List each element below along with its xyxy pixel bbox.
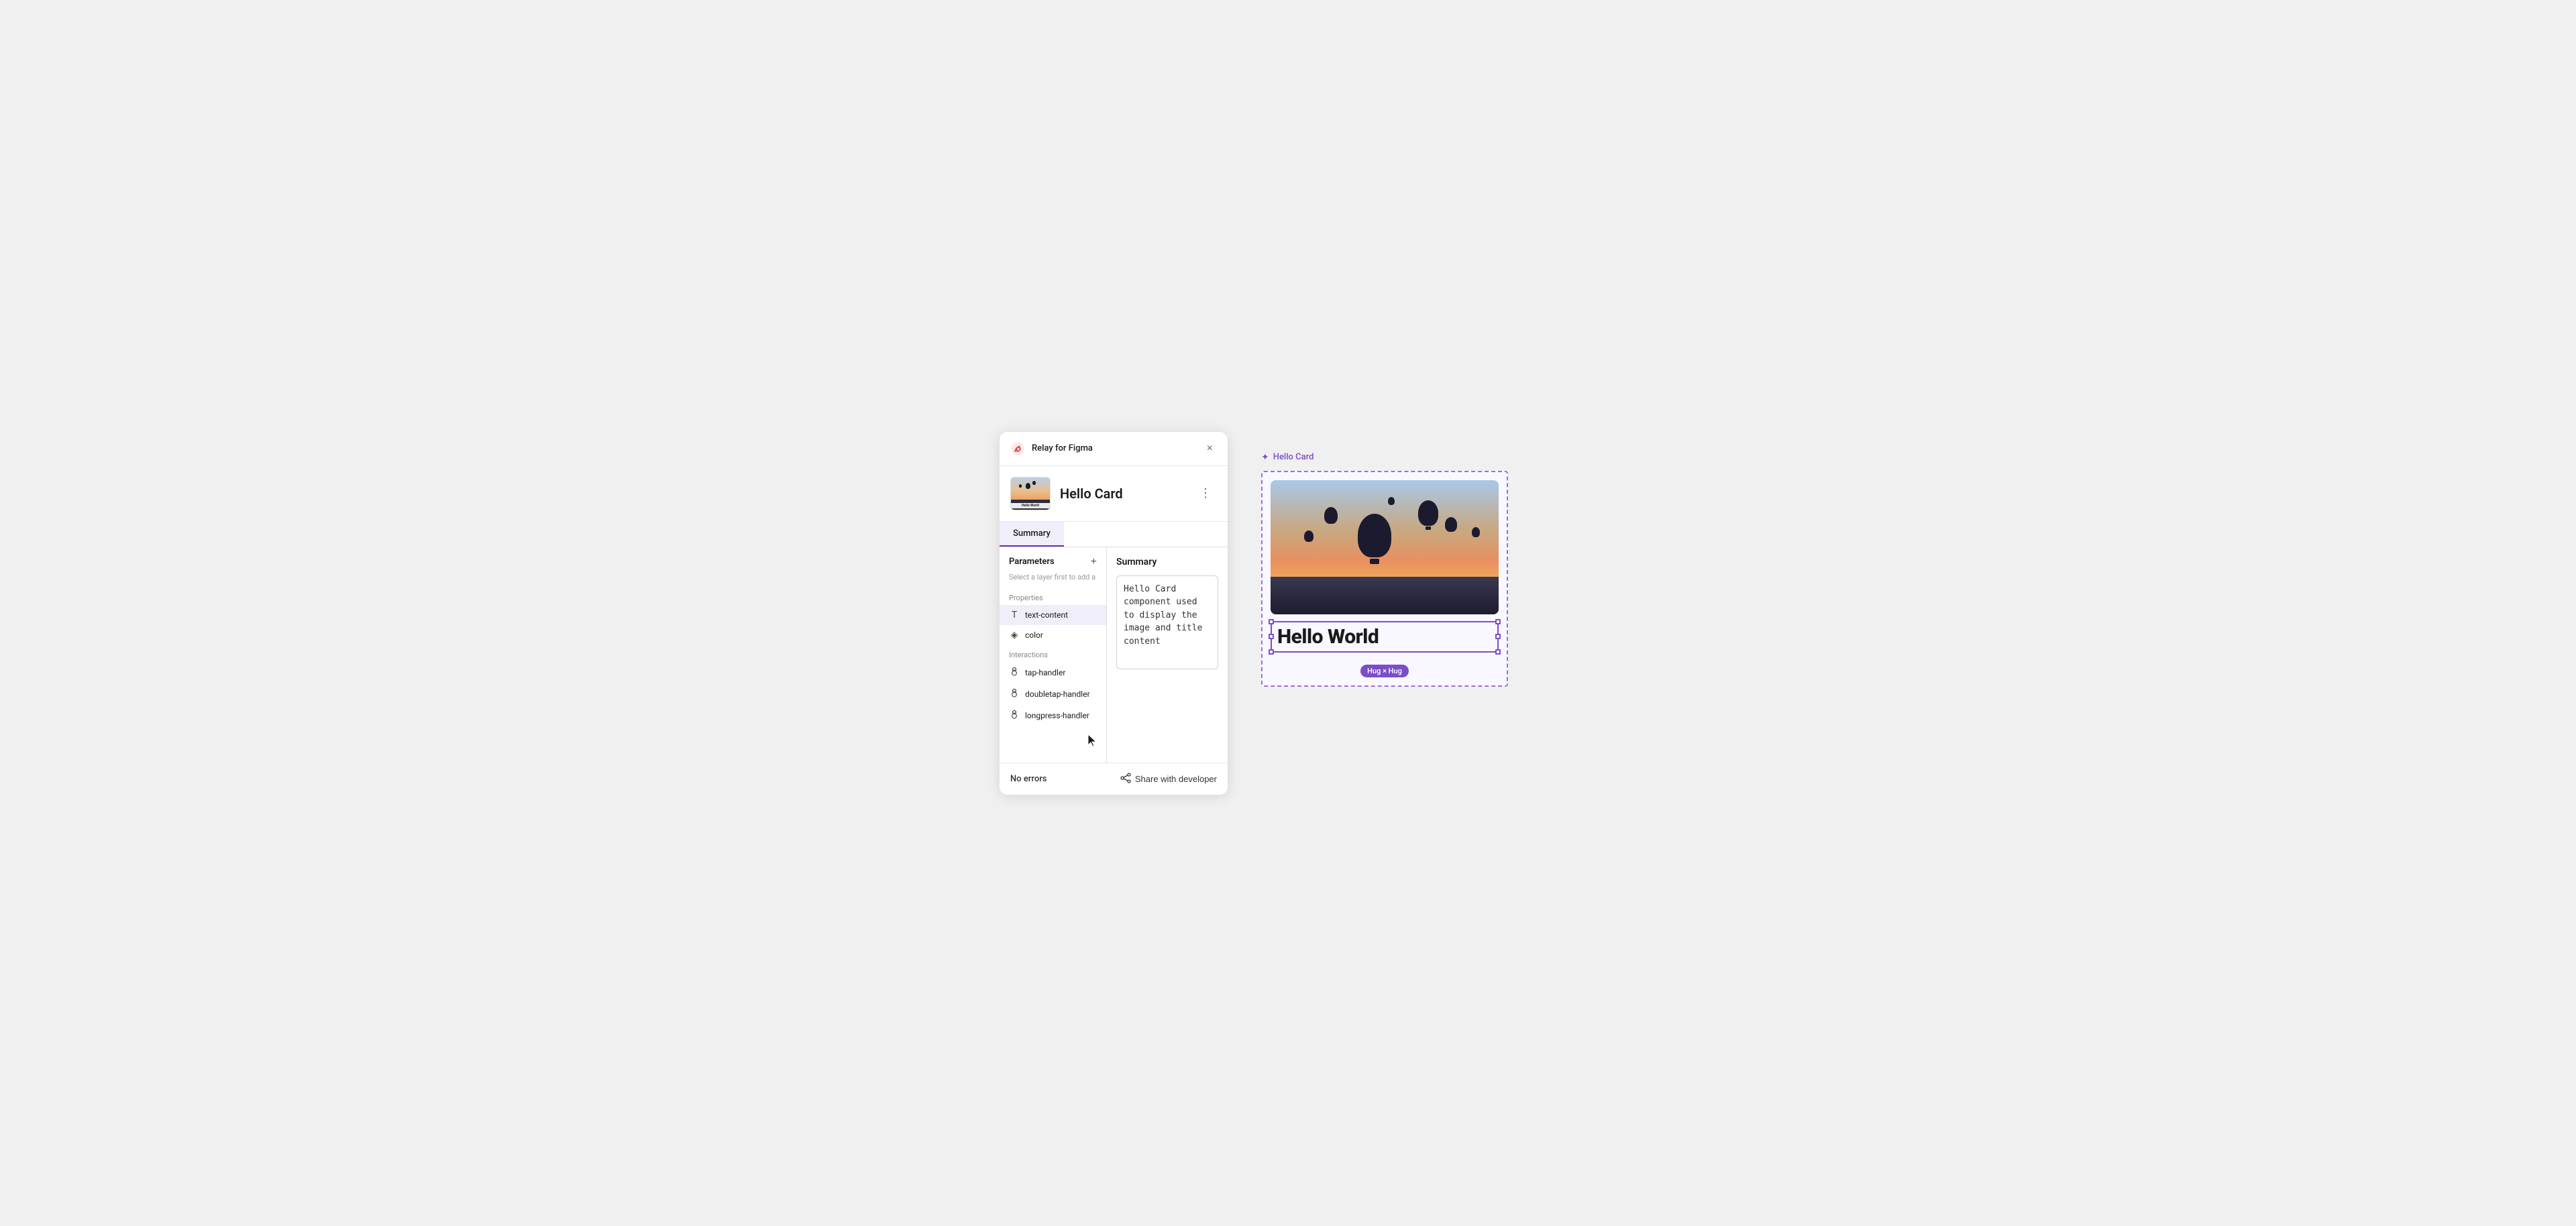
close-button[interactable]: ×	[1203, 441, 1217, 456]
sidebar-hint: Select a layer first to add a	[1000, 573, 1106, 588]
handle-mr	[1495, 634, 1501, 639]
thumb-balloon-1	[1026, 483, 1030, 489]
no-errors-label: No errors	[1010, 774, 1046, 784]
handle-ml	[1269, 634, 1274, 639]
properties-group-label: Properties	[1000, 588, 1106, 605]
sidebar-item-doubletap-handler[interactable]: doubletap-handler	[1000, 683, 1106, 705]
color-icon: ◈	[1009, 630, 1020, 640]
canvas-frame: Hello World	[1261, 471, 1508, 687]
color-label: color	[1025, 630, 1043, 640]
hug-badge-wrapper: Hug × Hug	[1360, 659, 1409, 677]
panel: Relay for Figma × Hello World Hello Card…	[1000, 432, 1228, 795]
summary-textarea[interactable]	[1116, 575, 1218, 669]
panel-body: Parameters + Select a layer first to add…	[1000, 547, 1228, 763]
share-icon	[1120, 773, 1131, 785]
handle-tl	[1269, 619, 1274, 624]
balloon-far-right	[1445, 517, 1457, 532]
canvas: ✦ Hello Card	[1241, 432, 1576, 707]
cursor-area	[1000, 733, 1106, 753]
canvas-card-wrapper: Hello World	[1271, 480, 1499, 677]
app-title: Relay for Figma	[1032, 443, 1093, 453]
card-image	[1271, 480, 1499, 614]
scene-ground	[1271, 577, 1499, 614]
balloon-right	[1418, 500, 1438, 530]
balloon-small-2	[1304, 531, 1313, 542]
panel-header: Relay for Figma ×	[1000, 432, 1228, 466]
summary-section-label: Summary	[1116, 557, 1218, 567]
panel-sidebar: Parameters + Select a layer first to add…	[1000, 547, 1107, 763]
sidebar-section-header: Parameters +	[1000, 557, 1106, 573]
thumb-text: Hello World	[1011, 503, 1050, 508]
share-label: Share with developer	[1135, 774, 1217, 784]
tap-icon	[1009, 667, 1020, 679]
tabs-row: Summary	[1000, 522, 1228, 547]
thumb-balloon-3	[1019, 484, 1022, 488]
relay-logo-icon	[1010, 441, 1025, 456]
share-button[interactable]: Share with developer	[1120, 773, 1217, 785]
canvas-card: Hello World	[1271, 480, 1499, 653]
balloon-top	[1388, 497, 1395, 505]
component-header: Hello World Hello Card ⋮	[1000, 466, 1228, 522]
more-button[interactable]: ⋮	[1194, 484, 1217, 503]
doubletap-icon	[1009, 688, 1020, 700]
thumb-balloon-2	[1032, 481, 1036, 485]
handle-br	[1495, 649, 1501, 655]
sidebar-item-color[interactable]: ◈ color	[1000, 625, 1106, 645]
canvas-component-name: Hello Card	[1273, 452, 1314, 462]
component-thumbnail: Hello World	[1010, 477, 1051, 510]
card-title-text: Hello World	[1277, 625, 1379, 649]
text-content-label: text-content	[1025, 610, 1068, 620]
component-name: Hello Card	[1060, 486, 1123, 502]
hug-badge: Hug × Hug	[1360, 665, 1409, 677]
balloon-small-1	[1472, 527, 1480, 537]
card-title-area: Hello World	[1271, 621, 1499, 653]
text-icon: T	[1009, 610, 1020, 620]
doubletap-handler-label: doubletap-handler	[1025, 689, 1090, 699]
handle-bl	[1269, 649, 1274, 655]
parameters-label: Parameters	[1009, 557, 1055, 567]
mouse-cursor	[1086, 733, 1099, 752]
component-icon: ✦	[1261, 452, 1269, 463]
longpress-icon	[1009, 710, 1020, 722]
balloon-main	[1358, 514, 1391, 564]
panel-footer: No errors Share with developer	[1000, 763, 1228, 795]
tab-summary[interactable]: Summary	[1000, 522, 1064, 547]
sidebar-item-tap-handler[interactable]: tap-handler	[1000, 662, 1106, 683]
card-title-box: Hello World	[1271, 621, 1499, 653]
screen: Relay for Figma × Hello World Hello Card…	[1000, 432, 1576, 795]
add-parameter-button[interactable]: +	[1091, 557, 1097, 567]
thumb-sky	[1011, 478, 1050, 500]
component-header-left: Hello World Hello Card	[1010, 477, 1123, 510]
sidebar-item-longpress-handler[interactable]: longpress-handler	[1000, 705, 1106, 726]
longpress-handler-label: longpress-handler	[1025, 711, 1089, 720]
balloon-left	[1324, 507, 1338, 524]
sidebar-item-text-content[interactable]: T text-content	[1000, 605, 1106, 625]
interactions-group-label: Interactions	[1000, 645, 1106, 662]
balloon-scene	[1271, 480, 1499, 614]
handle-tr	[1495, 619, 1501, 624]
tap-handler-label: tap-handler	[1025, 668, 1065, 677]
panel-content: Summary	[1107, 547, 1228, 763]
canvas-label: ✦ Hello Card	[1261, 452, 1313, 463]
panel-header-left: Relay for Figma	[1010, 441, 1093, 456]
